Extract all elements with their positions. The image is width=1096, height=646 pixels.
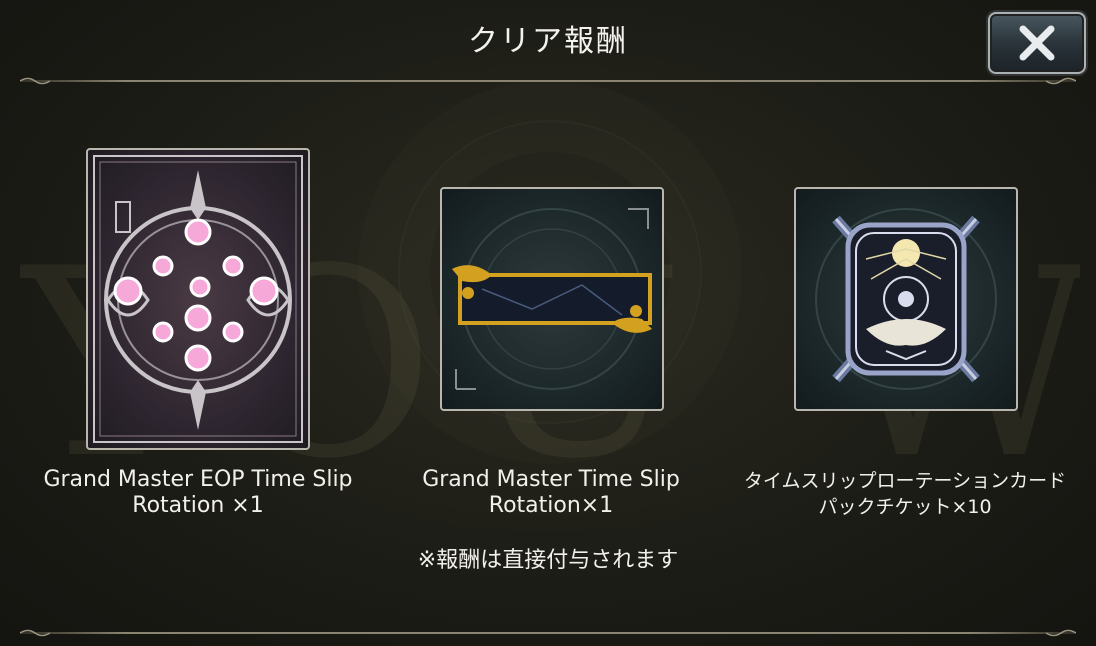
header-divider	[20, 77, 1076, 85]
reward-name-2: Grand Master Time Slip Rotation×1	[422, 467, 680, 518]
divider-ornament-icon	[20, 77, 50, 85]
reward-name-1: Grand Master EOP Time Slip Rotation ×1	[43, 467, 353, 518]
close-x-icon	[1019, 25, 1055, 61]
close-button[interactable]	[988, 12, 1086, 74]
reward-note: ※報酬は直接付与されます	[417, 548, 679, 573]
divider-ornament-icon	[20, 629, 50, 637]
nameplate-frame-icon	[452, 208, 652, 390]
divider-ornament-icon	[1046, 77, 1076, 85]
divider-ornament-icon	[1046, 629, 1076, 637]
card-pack-ticket-icon	[815, 208, 997, 390]
reward-nameplate-frame[interactable]	[440, 187, 664, 411]
reward-card-sleeve[interactable]	[86, 148, 310, 450]
reward-name-3: タイムスリップローテーションカードパックチケット×10	[743, 470, 1067, 518]
page-title: クリア報酬	[468, 24, 628, 59]
reward-card-pack-ticket[interactable]	[794, 187, 1018, 411]
card-sleeve-icon	[93, 155, 303, 443]
footer-divider	[20, 629, 1076, 637]
